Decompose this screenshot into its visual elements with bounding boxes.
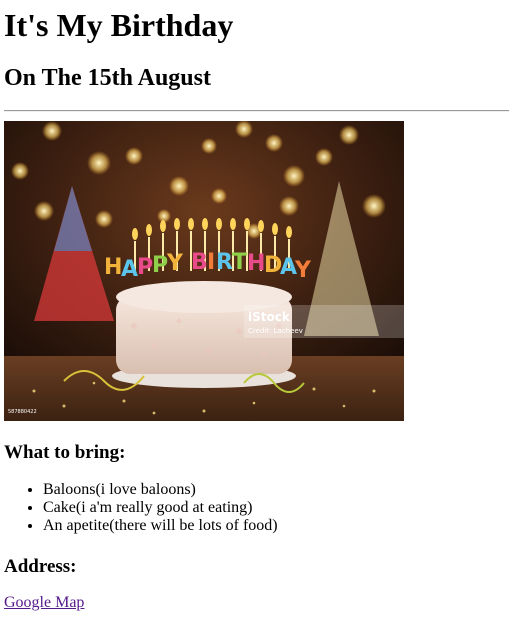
page-title: It's My Birthday <box>4 7 234 43</box>
istock-watermark: iStock <box>248 310 291 324</box>
divider <box>4 110 509 112</box>
svg-text:H: H <box>247 251 265 276</box>
list-item: Cake(i a'm really good at eating) <box>43 499 278 517</box>
list-item: An apetite(there will be lots of food) <box>43 517 278 535</box>
address-heading: Address: <box>4 556 77 577</box>
svg-text:B: B <box>191 250 208 275</box>
svg-text:H: H <box>104 255 122 280</box>
svg-text:P: P <box>137 255 153 280</box>
bring-list: Baloons(i love baloons) Cake(i a'm reall… <box>4 481 278 535</box>
cake-illustration: H A P P Y B I R T H D A Y iStock Credit:… <box>4 121 404 421</box>
svg-text:A: A <box>121 257 138 282</box>
stock-id: 587880422 <box>8 409 37 415</box>
svg-text:Y: Y <box>294 258 312 283</box>
svg-text:P: P <box>152 253 168 278</box>
svg-text:I: I <box>207 250 215 275</box>
svg-text:T: T <box>232 250 247 275</box>
what-to-bring-heading: What to bring: <box>4 442 126 463</box>
list-item: Baloons(i love baloons) <box>43 481 278 499</box>
google-map-link[interactable]: Google Map <box>4 594 84 612</box>
page-subtitle: On The 15th August <box>4 65 211 91</box>
svg-text:R: R <box>216 250 233 275</box>
photo-credit: Credit: Lacheev <box>248 327 303 335</box>
birthday-cake-photo: H A P P Y B I R T H D A Y iStock Credit:… <box>4 121 404 421</box>
svg-text:Y: Y <box>166 251 184 276</box>
